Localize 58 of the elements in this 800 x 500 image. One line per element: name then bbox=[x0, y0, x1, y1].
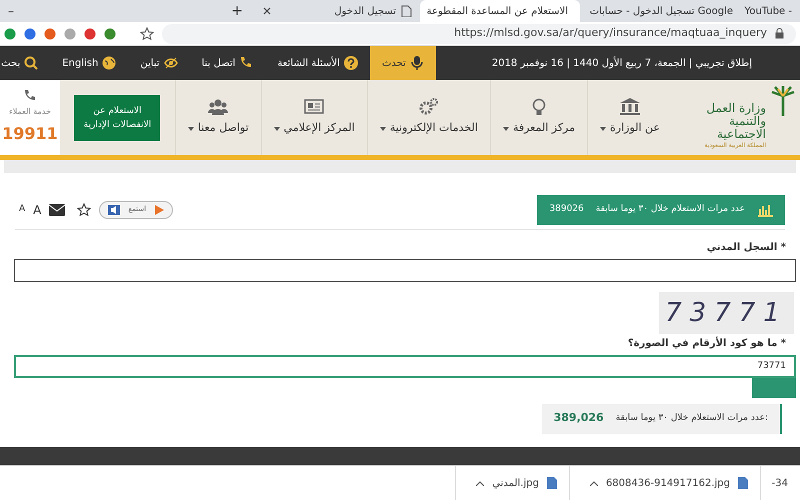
captcha-code: 73771 bbox=[665, 296, 788, 330]
gears-icon bbox=[418, 98, 439, 116]
page-icon bbox=[400, 5, 412, 17]
extension-icon bbox=[84, 28, 96, 40]
file-icon bbox=[546, 477, 557, 489]
inquiry-button[interactable]: الاستعلام عن الانفصالات الإدارية bbox=[74, 94, 160, 141]
font-size-button[interactable]: A bbox=[29, 200, 46, 219]
top-bar-link[interactable]: English bbox=[50, 56, 128, 71]
building-icon bbox=[620, 98, 640, 116]
extension-icon bbox=[64, 28, 76, 40]
download-item[interactable]: 6808436-914917162.jpg bbox=[568, 466, 760, 500]
extension-icon bbox=[4, 28, 16, 40]
top-bar-link[interactable]: الأسئلة الشائعة bbox=[265, 56, 370, 71]
play-icon bbox=[154, 204, 164, 215]
top-bar-link[interactable]: تباين bbox=[128, 56, 190, 71]
field-label: ما هو كود الأرقام في الصورة؟ * bbox=[628, 336, 786, 351]
minimize-button[interactable]: – bbox=[0, 0, 22, 22]
speak-button[interactable]: تحدث bbox=[370, 46, 436, 80]
speaker-icon bbox=[108, 204, 120, 215]
people-icon bbox=[208, 98, 228, 116]
question-icon bbox=[344, 56, 358, 70]
microphone-icon bbox=[410, 56, 424, 70]
file-icon bbox=[738, 477, 748, 489]
search-icon bbox=[24, 56, 38, 70]
extension-icon bbox=[44, 28, 56, 40]
browser-tab[interactable]: تسجيل الدخول bbox=[255, 0, 420, 22]
globe-icon bbox=[102, 56, 116, 70]
input-field[interactable] bbox=[14, 258, 796, 282]
palm-tree-logo-icon bbox=[770, 86, 796, 116]
support-number: 19911 bbox=[2, 122, 58, 145]
download-item[interactable]: -34 bbox=[760, 466, 800, 500]
eye-icon bbox=[164, 56, 178, 70]
star-icon bbox=[77, 202, 92, 217]
bookmark-star-icon bbox=[140, 26, 154, 41]
browser-tab[interactable]: الاستعلام عن المساعدة المقطوعة bbox=[420, 0, 580, 22]
caret-up-icon bbox=[476, 480, 484, 486]
newspaper-icon bbox=[304, 98, 324, 116]
browser-tab[interactable]: YouTube - bbox=[745, 0, 800, 22]
ministry-name: وزارة العمل والتنمية الاجتماعية bbox=[705, 102, 766, 141]
new-tab-button[interactable]: + bbox=[219, 0, 255, 22]
input-field[interactable]: 73771 bbox=[14, 354, 796, 378]
field-label: السجل المدني * bbox=[706, 240, 786, 255]
extension-icon bbox=[104, 28, 116, 40]
caret-up-icon bbox=[590, 480, 598, 486]
top-bar-link[interactable]: بحث bbox=[0, 56, 50, 71]
url-text: https://mlsd.gov.sa/ar/query/insurance/maqtuaa_inquery bbox=[454, 25, 767, 42]
browser-tab[interactable]: تسجيل الدخول - حسابات Google bbox=[580, 0, 745, 22]
date-text: إطلاق تجريبي | الجمعة، 7 ربيع الأول 1440 | 16 نوفمبر 2018 bbox=[490, 56, 753, 71]
close-icon bbox=[263, 7, 271, 15]
phone-icon bbox=[24, 90, 36, 102]
support-label: خدمة العملاء bbox=[9, 106, 51, 118]
top-bar-link[interactable]: اتصل بنا bbox=[190, 56, 266, 71]
mail-icon bbox=[49, 204, 66, 216]
download-item[interactable]: المدني.jpg bbox=[455, 466, 569, 500]
extension-icon bbox=[24, 28, 36, 40]
font-size-button[interactable]: A bbox=[15, 202, 30, 216]
lock-icon bbox=[775, 28, 784, 40]
bar-chart-icon bbox=[757, 202, 773, 217]
